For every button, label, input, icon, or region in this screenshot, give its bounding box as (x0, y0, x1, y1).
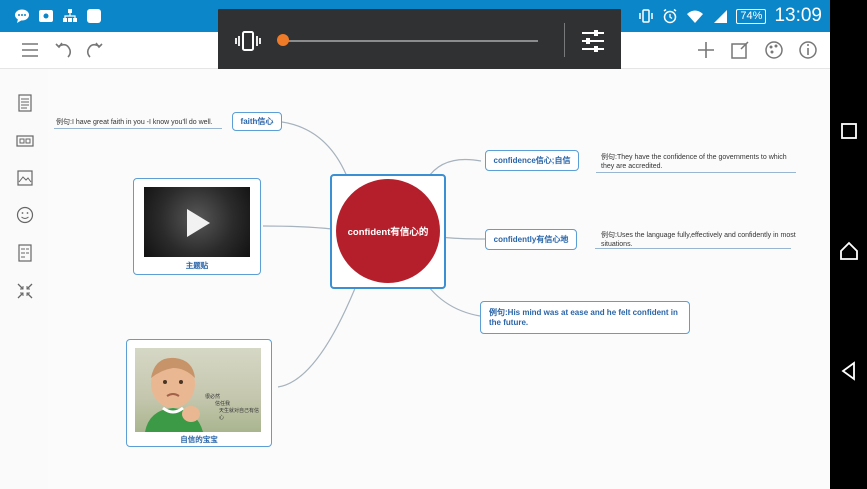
node-example-sentence[interactable]: 例句:His mind was at ease and he felt conf… (480, 301, 690, 334)
vibrate-icon[interactable] (235, 29, 261, 53)
photo-text-line: 信任我 (215, 401, 231, 407)
video-caption: 主题贴 (185, 261, 209, 270)
note-underline (54, 128, 222, 129)
photo-caption: 自信的宝宝 (180, 435, 218, 444)
node-confidence[interactable]: confidence信心;自信 (485, 150, 579, 171)
video-node[interactable]: 主题贴 (133, 178, 261, 275)
node-confidently[interactable]: confidently有信心地 (485, 229, 577, 250)
message-icon (39, 10, 53, 22)
app-icon (87, 9, 101, 23)
node-faith[interactable]: faith信心 (232, 112, 282, 131)
node-label: 例句:His mind was at ease and he felt conf… (489, 308, 678, 327)
palette-icon[interactable] (762, 38, 786, 62)
confidently-example-note: 例句:Uses the language fully,effectively a… (601, 232, 796, 248)
add-icon[interactable] (694, 38, 718, 62)
video-thumbnail[interactable] (144, 187, 250, 257)
confidence-example-note: 例句:They have the confidence of the gover… (601, 154, 787, 170)
android-nav-bar (830, 0, 867, 489)
alarm-icon (663, 8, 677, 24)
photo-text-line: 天生就对自己有信心 (219, 408, 260, 421)
clock: 13:09 (774, 5, 822, 26)
emoji-icon[interactable] (16, 206, 34, 224)
recent-apps-icon[interactable] (839, 121, 859, 141)
faith-example-note: 例句:I have great faith in you -I know you… (56, 119, 213, 126)
outline-icon[interactable] (16, 94, 34, 112)
network-icon (63, 9, 77, 22)
battery-level: 74% (736, 8, 767, 24)
edit-icon[interactable] (728, 38, 752, 62)
photo-text: 很必然 信任我 天生就对自己有信心 (205, 394, 261, 422)
wifi-icon (687, 10, 704, 23)
baby-photo[interactable]: 很必然 信任我 天生就对自己有信心 (135, 348, 261, 432)
node-label: confidently有信心地 (493, 235, 569, 244)
signal-icon (714, 10, 728, 23)
note-underline (596, 172, 796, 173)
redo-icon[interactable] (82, 38, 106, 62)
mind-map-canvas[interactable]: 例句:I have great faith in you -I know you… (48, 69, 830, 489)
volume-slider-handle[interactable] (277, 34, 289, 46)
back-icon[interactable] (839, 361, 859, 381)
equalizer-icon[interactable] (580, 27, 606, 55)
vibrate-icon (639, 9, 654, 23)
node-label: faith信心 (240, 117, 274, 126)
volume-slider-track[interactable] (286, 40, 538, 42)
image-node[interactable]: 很必然 信任我 天生就对自己有信心 自信的宝宝 (126, 339, 272, 447)
image-icon[interactable] (16, 169, 34, 187)
collapse-icon[interactable] (16, 282, 34, 300)
central-topic[interactable]: confident有信心的 (330, 174, 446, 289)
info-icon[interactable] (796, 38, 820, 62)
play-icon[interactable] (184, 207, 212, 239)
node-label: confidence信心;自信 (493, 156, 571, 165)
undo-icon[interactable] (52, 38, 76, 62)
central-topic-label: confident有信心的 (336, 179, 440, 283)
media-volume-panel (218, 9, 621, 73)
chat-bubble-icon (15, 9, 29, 23)
photo-text-line: 很必然 (205, 394, 221, 400)
notes-icon[interactable] (16, 244, 34, 262)
link-icon[interactable] (16, 132, 34, 150)
insert-tools-panel (0, 69, 49, 489)
home-icon[interactable] (839, 241, 859, 261)
menu-icon[interactable] (18, 38, 42, 62)
divider (564, 23, 565, 57)
